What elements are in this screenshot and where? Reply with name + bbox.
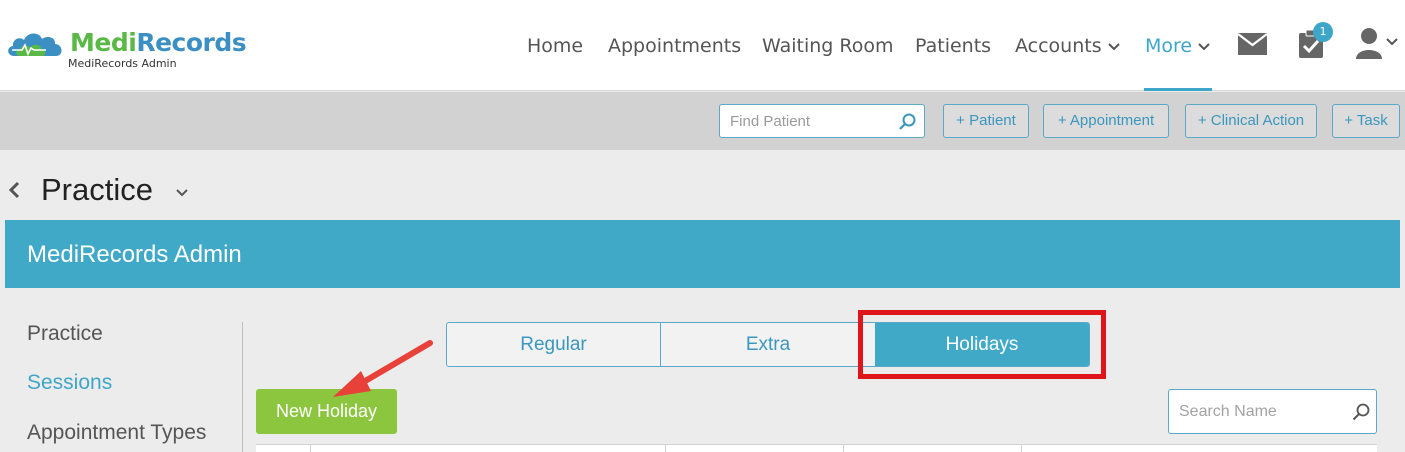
logo-subtitle: MediRecords Admin: [68, 57, 177, 70]
back-chevron-icon[interactable]: [8, 181, 20, 199]
annotation-highlight-box: [858, 310, 1106, 379]
logo-records: Records: [136, 28, 247, 57]
nav-patients[interactable]: Patients: [915, 33, 991, 59]
mail-icon[interactable]: [1238, 33, 1267, 55]
sidebar-item-practice[interactable]: Practice: [27, 321, 103, 347]
nav-appointments[interactable]: Appointments: [608, 33, 741, 59]
nav-waiting-room[interactable]: Waiting Room: [762, 33, 893, 59]
tasks-count-badge: 1: [1313, 22, 1333, 42]
chevron-down-icon[interactable]: [176, 189, 188, 197]
search-name-input[interactable]: [1169, 390, 1344, 433]
logo-wordmark: MediRecords: [70, 28, 247, 58]
top-navbar: MediRecords MediRecords Admin Home Appoi…: [0, 0, 1405, 91]
chevron-down-icon[interactable]: [1386, 38, 1398, 46]
add-patient-button[interactable]: + Patient: [943, 104, 1029, 138]
table-column-divider: [1021, 445, 1022, 452]
tab-regular[interactable]: Regular: [447, 323, 661, 366]
page-title: Practice: [41, 172, 153, 207]
logo-medi: Medi: [70, 28, 137, 57]
holidays-table-header: [256, 444, 1377, 452]
active-nav-indicator: [1144, 88, 1212, 91]
panel-header: MediRecords Admin: [5, 220, 1400, 288]
nav-more[interactable]: More: [1145, 33, 1210, 59]
find-patient-box: [719, 104, 925, 138]
add-clinical-action-button[interactable]: + Clinical Action: [1185, 104, 1317, 138]
annotation-arrow-icon: [333, 340, 433, 397]
panel-title: MediRecords Admin: [27, 241, 242, 268]
table-column-divider: [310, 445, 311, 452]
add-appointment-button[interactable]: + Appointment: [1043, 104, 1169, 138]
quick-actions-toolbar: + Patient + Appointment + Clinical Actio…: [0, 92, 1405, 150]
find-patient-input[interactable]: [720, 105, 890, 137]
sidebar-item-sessions[interactable]: Sessions: [27, 370, 112, 396]
search-name-box: [1168, 389, 1377, 434]
app-logo[interactable]: MediRecords MediRecords Admin: [6, 26, 247, 76]
chevron-down-icon: [1198, 42, 1210, 50]
chevron-down-icon: [1107, 42, 1120, 50]
table-column-divider: [843, 445, 844, 452]
cloud-logo-icon: [8, 33, 62, 57]
nav-home[interactable]: Home: [527, 33, 583, 59]
sidebar-divider: [242, 322, 243, 452]
nav-accounts-label: Accounts: [1015, 35, 1102, 57]
search-icon[interactable]: [1352, 403, 1370, 421]
sidebar-item-appointment-types[interactable]: Appointment Types: [27, 420, 206, 446]
user-icon[interactable]: [1355, 27, 1383, 59]
table-column-divider: [665, 445, 666, 452]
nav-accounts[interactable]: Accounts: [1015, 33, 1120, 59]
nav-more-label: More: [1145, 35, 1193, 57]
search-icon[interactable]: [899, 113, 916, 130]
add-task-button[interactable]: + Task: [1332, 104, 1400, 138]
tab-extra[interactable]: Extra: [661, 323, 875, 366]
